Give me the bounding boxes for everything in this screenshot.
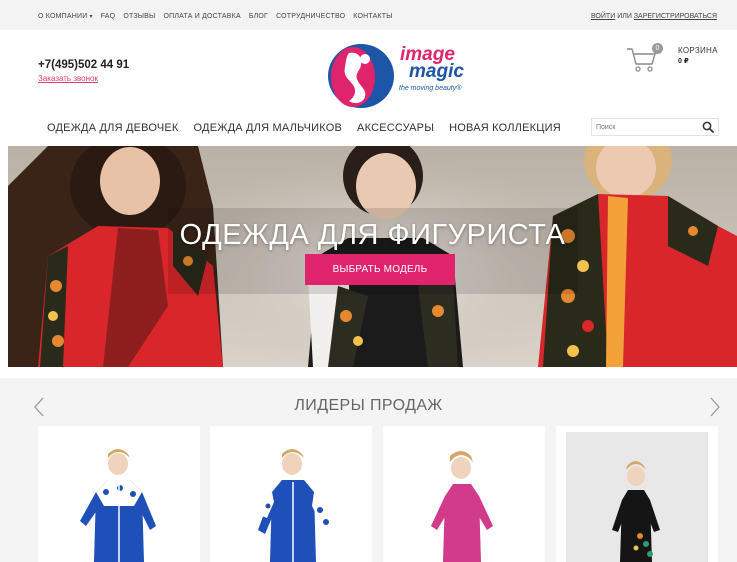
callback-link[interactable]: Заказать звонок xyxy=(38,74,98,83)
product-image xyxy=(80,449,156,562)
nav-new-collection[interactable]: НОВАЯ КОЛЛЕКЦИЯ xyxy=(449,122,561,134)
cart-count-badge: 0 xyxy=(652,43,663,54)
logo[interactable]: image magic the moving beauty® xyxy=(327,43,492,109)
nav-accessories[interactable]: АКСЕССУАРЫ xyxy=(357,122,434,134)
search-icon[interactable] xyxy=(702,121,714,133)
product-card[interactable] xyxy=(210,426,372,562)
chevron-down-icon: ▾ xyxy=(89,14,93,20)
product-image xyxy=(431,451,493,562)
cart-label: КОРЗИНА xyxy=(678,46,718,55)
topnav-cooperation[interactable]: СОТРУДНИЧЕСТВО xyxy=(276,13,345,20)
main-nav: ОДЕЖДА ДЛЯ ДЕВОЧЕК ОДЕЖДА ДЛЯ МАЛЬЧИКОВ … xyxy=(47,122,561,134)
carousel-next-arrow-icon[interactable] xyxy=(708,396,722,418)
topnav-blog[interactable]: БЛОГ xyxy=(249,13,268,20)
cart-button[interactable]: 0 КОРЗИНА 0 ₽ xyxy=(625,43,725,83)
topnav-about[interactable]: О КОМПАНИИ ▾ xyxy=(38,13,93,20)
choose-model-button[interactable]: ВЫБРАТЬ МОДЕЛЬ xyxy=(305,254,455,285)
product-image xyxy=(258,449,330,562)
top-utility-bar: О КОМПАНИИ ▾ FAQ ОТЗЫВЫ ОПЛАТА И ДОСТАВКА… xyxy=(0,0,737,30)
bestsellers-title: ЛИДЕРЫ ПРОДАЖ xyxy=(294,397,443,414)
logo-tagline: the moving beauty® xyxy=(399,85,462,92)
topnav-payment-delivery[interactable]: ОПЛАТА И ДОСТАВКА xyxy=(163,13,240,20)
product-card[interactable] xyxy=(38,426,200,562)
hero-title: ОДЕЖДА ДЛЯ ФИГУРИСТА xyxy=(179,219,566,251)
topnav-reviews[interactable]: ОТЗЫВЫ xyxy=(123,13,155,20)
nav-girls-clothing[interactable]: ОДЕЖДА ДЛЯ ДЕВОЧЕК xyxy=(47,122,179,134)
topnav-contacts[interactable]: КОНТАКТЫ xyxy=(353,13,392,20)
product-image xyxy=(566,432,708,562)
product-card[interactable] xyxy=(556,426,718,562)
register-link[interactable]: ЗАРЕГИСТРИРОВАТЬСЯ xyxy=(634,13,717,20)
bestsellers-section: ЛИДЕРЫ ПРОДАЖ xyxy=(0,378,737,562)
hero-banner: ОДЕЖДА ДЛЯ ФИГУРИСТА ВЫБРАТЬ МОДЕЛЬ xyxy=(8,146,737,367)
product-card[interactable] xyxy=(383,426,545,562)
phone-number[interactable]: +7(495)502 44 91 xyxy=(38,59,129,71)
topnav-faq[interactable]: FAQ xyxy=(101,13,116,20)
logo-emblem-icon xyxy=(328,44,394,108)
login-link[interactable]: ВОЙТИ xyxy=(591,13,615,20)
top-nav: О КОМПАНИИ ▾ FAQ ОТЗЫВЫ ОПЛАТА И ДОСТАВКА… xyxy=(38,13,393,20)
search-input[interactable] xyxy=(596,121,696,133)
auth-links: ВОЙТИ ИЛИ ЗАРЕГИСТРИРОВАТЬСЯ xyxy=(591,13,717,20)
logo-text-magic: magic xyxy=(409,61,464,82)
search-box xyxy=(591,118,719,136)
auth-or-text: ИЛИ xyxy=(617,13,632,20)
nav-boys-clothing[interactable]: ОДЕЖДА ДЛЯ МАЛЬЧИКОВ xyxy=(194,122,343,134)
cart-sum: 0 ₽ xyxy=(678,58,689,65)
